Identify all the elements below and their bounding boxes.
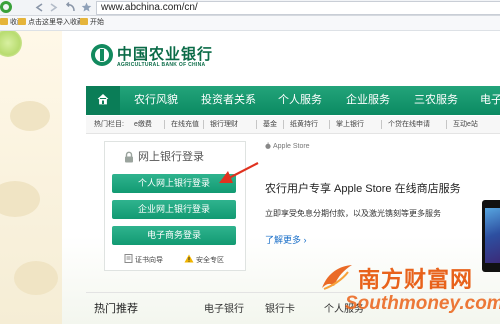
watermark-english-text: Southmoney.com — [345, 293, 500, 314]
home-button[interactable] — [86, 86, 120, 115]
favorites-bar: 收藏 点击这里导入收藏 开始 — [0, 16, 500, 31]
personal-online-banking-login-button[interactable]: 个人网上银行登录 — [112, 174, 236, 193]
hot-item-fund[interactable]: 基金 — [263, 116, 277, 133]
apple-store-breadcrumb: Apple Store — [265, 142, 310, 150]
apple-store-breadcrumb-text: Apple Store — [273, 143, 310, 150]
abc-logo-icon[interactable] — [91, 44, 113, 66]
browser-logo-icon — [0, 1, 12, 13]
arrow-right-icon[interactable] — [49, 0, 59, 15]
back-curve-icon[interactable] — [65, 0, 76, 15]
logo-english-name[interactable]: AGRICULTURAL BANK OF CHINA — [117, 62, 205, 68]
nav-item-rural-services[interactable]: 三农服务 — [414, 86, 458, 115]
bottom-tab-bank-card[interactable]: 银行卡 — [265, 300, 295, 315]
decorative-sun — [0, 31, 22, 57]
divider — [446, 120, 447, 129]
hot-columns-label: 热门栏目: — [94, 121, 124, 128]
hot-item-gold[interactable]: 纸黄持行 — [290, 116, 318, 133]
divider — [256, 120, 257, 129]
watermark-logo-icon — [322, 265, 352, 290]
corporate-online-banking-login-button[interactable]: 企业网上银行登录 — [112, 200, 236, 219]
favorite-item-import[interactable]: 点击这里导入收藏 — [18, 16, 84, 30]
phone-promo-image[interactable] — [482, 200, 500, 272]
favorite-label: 点击这里导入收藏 — [28, 19, 84, 26]
nav-item-investor-relations[interactable]: 投资者关系 — [201, 86, 256, 115]
decorative-cloud — [10, 101, 50, 131]
nav-item-personal-services[interactable]: 个人服务 — [278, 86, 322, 115]
page-icon — [80, 18, 88, 25]
divider — [381, 120, 382, 129]
hot-item-mobile-bank[interactable]: 掌上银行 — [336, 116, 364, 133]
certificate-wizard-label: 证书向导 — [135, 257, 163, 264]
hot-item-interactive[interactable]: 互动e站 — [453, 116, 478, 133]
favorite-item-start[interactable]: 开始 — [80, 16, 104, 30]
hot-recommendations-title: 热门推荐 — [94, 303, 138, 315]
address-text: www.abchina.com/cn/ — [101, 2, 198, 13]
folder-icon — [18, 18, 26, 25]
logo-chinese-name[interactable]: 中国农业银行 — [117, 43, 213, 64]
warning-icon — [184, 254, 194, 263]
login-panel-title: 网上银行登录 — [138, 151, 204, 163]
star-icon[interactable] — [81, 0, 92, 15]
security-zone-link[interactable]: 安全专区 — [184, 254, 224, 264]
decorative-cloud — [14, 261, 58, 295]
decorative-side-banner — [0, 31, 62, 324]
decorative-cloud — [0, 181, 40, 217]
apple-store-description: 立即享受免息分期付款，以及激光镌刻等更多服务 — [265, 209, 441, 218]
star-icon — [0, 18, 8, 25]
nav-item-corporate-services[interactable]: 企业服务 — [346, 86, 390, 115]
apple-icon — [265, 142, 271, 149]
bottom-tab-e-banking[interactable]: 电子银行 — [204, 300, 244, 315]
favorite-label: 开始 — [90, 19, 104, 26]
browser-navbar: www.abchina.com/cn/ — [0, 0, 500, 16]
apple-store-title: 农行用户专享 Apple Store 在线商店服务 — [265, 183, 461, 195]
arrow-left-icon[interactable] — [34, 0, 44, 15]
nav-item-electronic[interactable]: 电子 — [480, 86, 500, 115]
divider — [164, 120, 165, 129]
security-zone-label: 安全专区 — [196, 257, 224, 264]
hot-item-loan[interactable]: 个贷在线申请 — [388, 116, 430, 133]
divider — [203, 120, 204, 129]
watermark-chinese-text: 南方财富网 — [358, 268, 474, 293]
divider — [329, 120, 330, 129]
certificate-icon — [124, 254, 133, 263]
hot-item-epay[interactable]: e缴费 — [134, 116, 152, 133]
address-bar[interactable]: www.abchina.com/cn/ — [96, 1, 500, 15]
lock-icon — [125, 151, 133, 163]
nav-item-bank-profile[interactable]: 农行风貌 — [134, 86, 178, 115]
e-commerce-login-button[interactable]: 电子商务登录 — [112, 226, 236, 245]
hot-item-recharge[interactable]: 在线充值 — [171, 116, 199, 133]
learn-more-link[interactable]: 了解更多 › — [265, 233, 307, 246]
hot-item-wealth[interactable]: 银行理财 — [210, 116, 238, 133]
divider — [283, 120, 284, 129]
certificate-wizard-link[interactable]: 证书向导 — [124, 254, 163, 264]
home-icon — [97, 93, 109, 105]
